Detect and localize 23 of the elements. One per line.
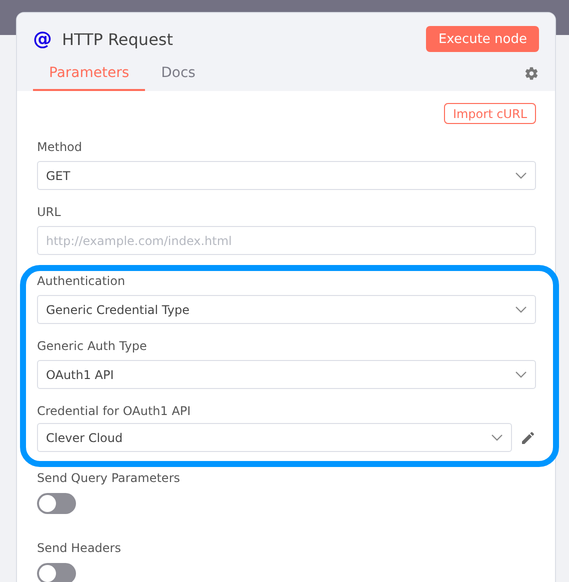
select-field[interactable]: OAuth1 API [37, 360, 536, 389]
at-sign-icon: @ [33, 28, 52, 50]
chevron-icon [491, 434, 503, 442]
field-label: Credential for OAuth1 API [37, 403, 191, 419]
select-field[interactable]: GET [37, 161, 536, 190]
field-label: Method [37, 139, 82, 155]
field-label: Send Headers [37, 540, 121, 556]
select-field[interactable]: Clever Cloud [37, 423, 512, 452]
chevron-icon [515, 172, 527, 180]
toggle-switch[interactable] [37, 493, 76, 514]
toggle-switch[interactable] [37, 563, 76, 582]
settings-icon[interactable] [524, 66, 539, 81]
chevron-icon [515, 306, 527, 314]
chevron-icon [515, 370, 527, 378]
field-label: URL [37, 204, 61, 220]
select-field[interactable]: Generic Credential Type [37, 295, 536, 324]
tab[interactable]: Docs [145, 65, 212, 91]
field-label: Generic Auth Type [37, 338, 147, 354]
pencil-icon[interactable] [520, 430, 536, 446]
input-field[interactable]: http://example.com/index.html [37, 226, 536, 255]
node-title: HTTP Request [62, 30, 174, 48]
field-label: Send Query Parameters [37, 470, 180, 486]
field-label: Authentication [37, 273, 126, 289]
